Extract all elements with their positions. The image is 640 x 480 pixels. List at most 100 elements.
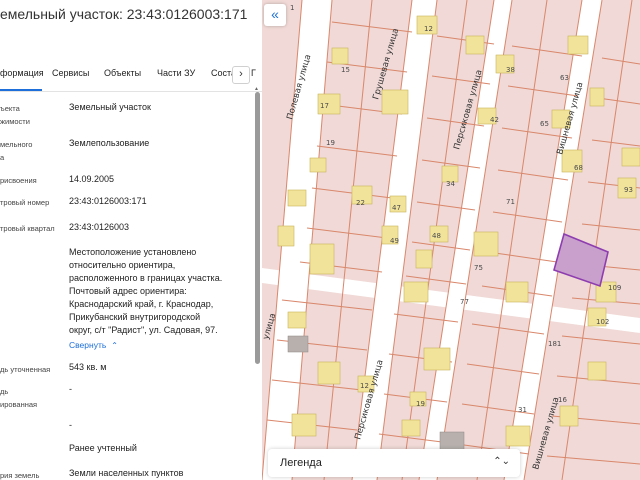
parcel-number: 19 [416,400,425,408]
parcel-number: 49 [390,237,399,245]
parcel-number: 34 [446,180,455,188]
active-tab-indicator [0,89,42,91]
collapse-address-link[interactable]: Свернуть ⌃ [69,340,118,350]
area-value: 543 кв. м [69,362,107,372]
building [465,35,485,55]
building [505,425,531,447]
parcel-type-value: Землепользование [69,138,150,148]
building [331,47,349,65]
parcel-number: 16 [558,396,567,404]
parcel-number: 42 [490,116,499,124]
parcel-type-label: мельного [0,140,33,149]
object-type-value: Земельный участок [69,102,151,112]
parcel-number: 47 [392,204,401,212]
tabs-next-button[interactable]: › [232,66,250,84]
parcel-number: 77 [460,298,469,306]
parcel-number: 17 [320,102,329,110]
building [439,431,465,451]
parcel-number: 71 [506,198,515,206]
parcel-number: 12 [360,382,369,390]
parcel-number: 68 [574,164,583,172]
building [567,35,589,55]
parcel-number: 65 [540,120,549,128]
address-line: Местоположение установлено [69,247,197,257]
legend-dropdown[interactable]: Легенда ⌃⌄ [268,449,520,477]
address-line: округ, с/т "Радист", ул. Садовая, 97. [69,325,218,335]
building [309,243,335,275]
area-label: дь уточненная [0,365,51,374]
map-canvas[interactable]: Грушевая улица Полевая улица Персиковая … [262,0,640,480]
building [589,87,605,107]
collapse-panel-button[interactable]: « [264,4,286,26]
panel-scrollbar[interactable] [255,92,260,364]
building [403,281,429,303]
chevron-up-icon: ⌃ [111,341,118,350]
building [277,225,295,247]
building [309,157,327,173]
address-block: Местоположение установлено относительно … [69,246,222,337]
declared-area-value: - [69,384,72,394]
parcel-number: 75 [474,264,483,272]
land-category-value: Земли населенных пунктов [69,468,184,478]
collapse-label: Свернуть [69,340,107,350]
building [423,347,451,371]
tab-bar: формация Сервисы Объекты Части ЗУ Соста … [0,58,262,92]
building [587,361,607,381]
address-line: Почтовый адрес ориентира: [69,286,187,296]
building [505,281,529,303]
legend-label: Легенда [280,457,322,469]
parcel-number: 38 [506,66,515,74]
page-title: емельный участок: 23:43:0126003:171 [0,6,248,22]
parcel-number: 22 [356,199,365,207]
chevron-updown-icon: ⌃⌄ [493,456,510,467]
parcel-number: 1 [290,4,294,12]
building [473,231,499,257]
tab-services[interactable]: Сервисы [52,68,89,78]
cadastral-number-value: 23:43:0126003:171 [69,196,147,206]
cadastral-quarter-value: 23:43:0126003 [69,222,130,232]
land-category-label: рия земель [0,471,40,480]
tab-objects[interactable]: Объекты [104,68,141,78]
building [401,419,421,437]
assign-date-label: рисвоения [0,176,37,185]
cadastral-quarter-label: тровый квартал [0,224,55,233]
address-line: Прикубанский внутригородской [69,312,201,322]
parcel-number: 15 [341,66,350,74]
tab-parcel-parts[interactable]: Части ЗУ [157,68,195,78]
parcel-number: 102 [596,318,609,326]
building [559,405,579,427]
building [317,361,341,385]
parcel-number: 12 [424,25,433,33]
tab-information[interactable]: формация [0,68,44,78]
status-value: Ранее учтенный [69,443,137,453]
road [262,0,332,480]
parcel-number: 181 [548,340,561,348]
declared-area-label-2: ированная [0,400,38,409]
parcel-number: 93 [624,186,633,194]
address-line: расположенного в границах участка. [69,273,223,283]
parcel-number: 31 [518,406,527,414]
selected-parcel[interactable] [553,232,609,288]
extra-value: - [69,420,72,430]
parcel-number: 19 [326,139,335,147]
roads [262,0,640,480]
building [621,147,640,167]
building [291,413,317,437]
info-panel: емельный участок: 23:43:0126003:171 форм… [0,0,262,480]
address-line: Краснодарский край, г. Краснодар, [69,299,214,309]
cadastral-map[interactable]: Грушевая улица Полевая улица Персиковая … [262,0,640,480]
building [287,189,307,207]
parcel-number: 109 [608,284,621,292]
building [415,249,433,269]
object-type-label: ъекта [0,104,20,113]
assign-date-value: 14.09.2005 [69,174,115,184]
tab-more[interactable]: Г [251,68,256,78]
cadastral-number-label: тровый номер [0,198,50,207]
parcel-type-label-2: а [0,153,5,162]
declared-area-label: дь [0,387,9,396]
parcel-number: 48 [432,232,441,240]
address-line: относительно ориентира, [69,260,176,270]
object-type-label-2: жимости [0,117,30,126]
building [287,335,309,353]
building [381,89,409,115]
